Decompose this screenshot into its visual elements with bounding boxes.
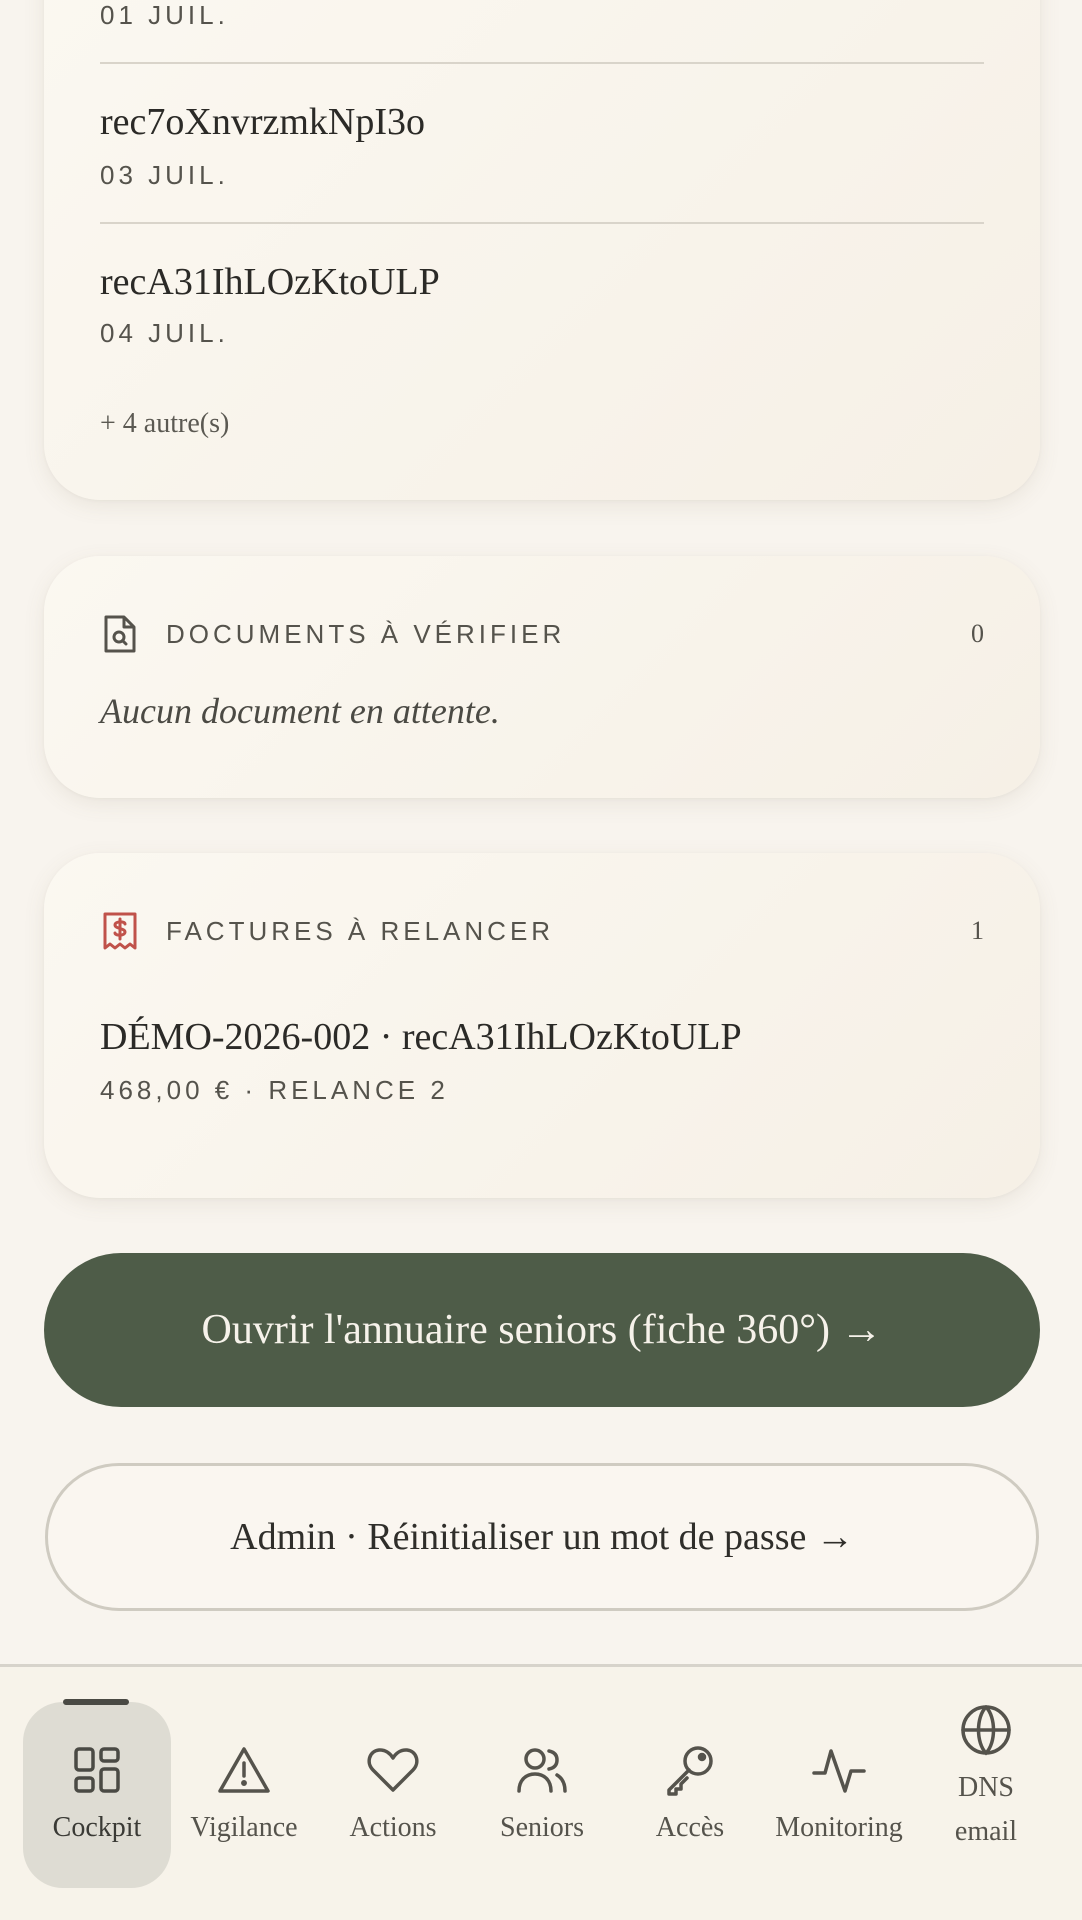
open-seniors-directory-button[interactable]: Ouvrir l'annuaire seniors (fiche 360°) → (44, 1253, 1040, 1407)
invoices-card: FACTURES À RELANCER 1 DÉMO-2026-002 · re… (44, 853, 1040, 1198)
invoice-dollar-icon (100, 909, 140, 953)
list-item-date: 03 JUIL. (100, 160, 229, 190)
activity-icon (811, 1742, 867, 1798)
nav-item-vigilance[interactable]: Vigilance (170, 1702, 318, 1888)
grid-icon (69, 1742, 125, 1798)
warning-triangle-icon (216, 1742, 272, 1798)
users-icon (514, 1742, 570, 1798)
nav-label: Actions (349, 1812, 437, 1843)
documents-header: DOCUMENTS À VÉRIFIER 0 (100, 612, 984, 656)
heart-icon (365, 1742, 421, 1798)
globe-icon (958, 1702, 1014, 1758)
invoices-header: FACTURES À RELANCER 1 (100, 909, 984, 953)
document-search-icon (100, 612, 140, 656)
divider (100, 62, 984, 64)
more-items-link[interactable]: + 4 autre(s) (100, 408, 229, 440)
nav-item-acces[interactable]: Accès (616, 1702, 764, 1888)
list-item-date: 01 JUIL. (100, 0, 229, 30)
invoice-item-meta: 468,00 € · RELANCE 2 (100, 1075, 449, 1105)
documents-card: DOCUMENTS À VÉRIFIER 0 Aucun document en… (44, 556, 1040, 798)
nav-item-seniors[interactable]: Seniors (468, 1702, 616, 1888)
invoice-item-title[interactable]: DÉMO-2026-002 · recA31IhLOzKtoULP (100, 1015, 742, 1059)
documents-title: DOCUMENTS À VÉRIFIER (166, 618, 566, 649)
list-item-title[interactable]: rec7oXnvrzmkNpI3o (100, 100, 425, 144)
invoices-count: 1 (971, 916, 984, 945)
key-icon (662, 1742, 718, 1798)
divider (100, 222, 984, 224)
upcoming-card: 01 JUIL. rec7oXnvrzmkNpI3o 03 JUIL. recA… (44, 0, 1040, 500)
nav-item-dns-email[interactable]: DNS email (912, 1702, 1060, 1888)
nav-label: Cockpit (52, 1812, 142, 1843)
nav-label: Monitoring (775, 1812, 903, 1843)
active-indicator (63, 1699, 129, 1705)
bottom-navigation: Cockpit Vigilance Actions Seniors Accès … (0, 1664, 1082, 1920)
documents-count: 0 (971, 619, 984, 648)
nav-label: Vigilance (190, 1812, 298, 1843)
admin-reset-password-button[interactable]: Admin · Réinitialiser un mot de passe → (45, 1463, 1039, 1611)
documents-empty-text: Aucun document en attente. (100, 691, 500, 731)
nav-label: Seniors (500, 1812, 584, 1843)
nav-label: Accès (655, 1812, 725, 1843)
nav-label: DNS email (954, 1772, 1018, 1847)
nav-item-actions[interactable]: Actions (319, 1702, 467, 1888)
nav-item-monitoring[interactable]: Monitoring (765, 1702, 913, 1888)
list-item-date: 04 JUIL. (100, 318, 229, 348)
list-item-title[interactable]: recA31IhLOzKtoULP (100, 260, 440, 304)
invoices-title: FACTURES À RELANCER (166, 915, 555, 946)
nav-item-cockpit[interactable]: Cockpit (23, 1699, 171, 1888)
